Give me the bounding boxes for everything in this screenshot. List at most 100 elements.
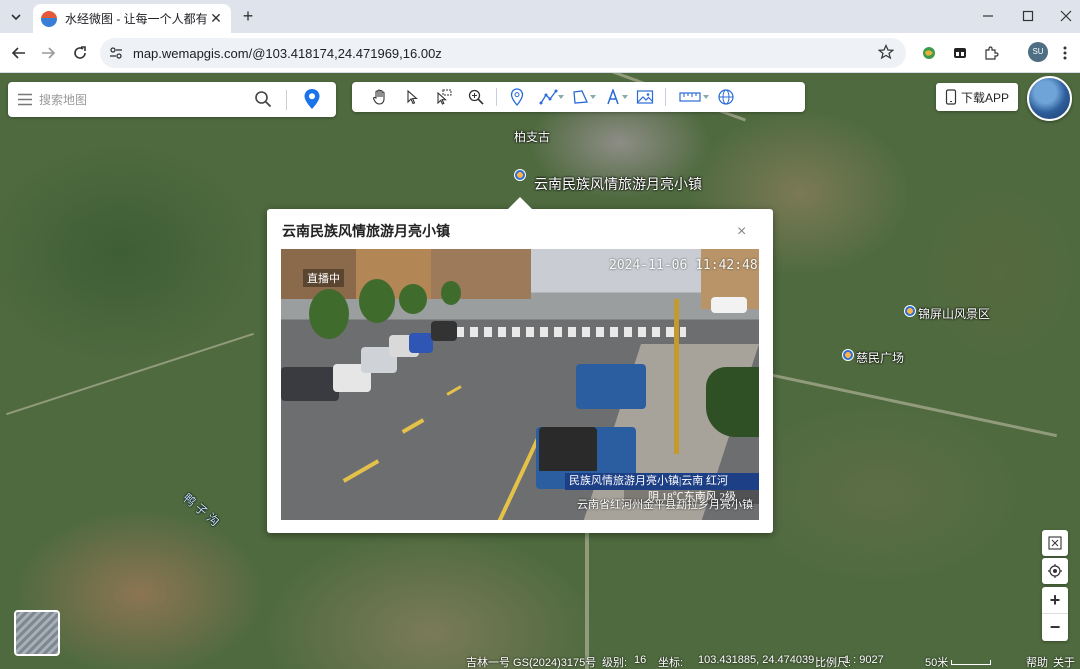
map-label-plaza[interactable]: 慈民广场 [856, 349, 904, 366]
window-close-icon[interactable] [1058, 9, 1074, 23]
phone-icon [945, 89, 957, 105]
tab-title: 水经微图 - 让每一个人都有自己 [65, 12, 209, 26]
zoom-out-button[interactable]: − [1042, 614, 1068, 641]
coordinate-value: 103.431885, 24.474039 [698, 654, 815, 666]
divider [496, 88, 497, 106]
map-label-river: 鸭 子 沟 [180, 490, 222, 529]
fullscreen-map-icon[interactable] [1042, 530, 1068, 556]
scale-bar-text: 50米 [925, 657, 949, 669]
download-app-button[interactable]: 下载APP [936, 83, 1018, 111]
pan-hand-icon[interactable] [364, 85, 396, 109]
marker-pin-icon[interactable] [501, 85, 533, 109]
camera-scene-lane-mark [401, 418, 425, 434]
help-link[interactable]: 帮助 [1026, 654, 1048, 669]
image-tool-icon[interactable] [629, 85, 661, 109]
browser-menu-kebab-icon[interactable] [1056, 44, 1074, 62]
camera-scene-tree [399, 284, 427, 314]
browser-tab[interactable]: 水经微图 - 让每一个人都有自己 ✕ [33, 4, 231, 33]
basemap-globe-icon[interactable] [1027, 76, 1072, 121]
live-camera-view[interactable]: 直播中 2024-11-06 11:42:48 民族风情旅游月亮小镇|云南 红河… [281, 249, 759, 520]
location-pin-icon[interactable] [303, 88, 321, 113]
window-maximize-icon[interactable] [1020, 9, 1036, 23]
forward-arrow-icon[interactable] [39, 44, 57, 62]
map-label-town[interactable]: 云南民族风情旅游月亮小镇 [534, 174, 702, 194]
locate-me-icon[interactable] [1042, 558, 1068, 584]
new-tab-icon[interactable]: + [240, 7, 256, 25]
camera-scene-pole [674, 299, 679, 454]
camera-scene-crosswalk [456, 327, 686, 337]
reload-icon[interactable] [71, 44, 89, 62]
zoom-controls: + − [1042, 587, 1068, 641]
popup-title: 云南民族风情旅游月亮小镇 [282, 223, 450, 239]
tab-close-icon[interactable]: ✕ [209, 10, 223, 27]
map-label-village[interactable]: 柏支古 [514, 128, 550, 145]
popup-close-icon[interactable]: × [737, 224, 746, 240]
site-favicon-icon [41, 10, 57, 27]
map-road [6, 332, 254, 416]
globe-icon[interactable] [710, 85, 742, 109]
map-status-bar: 吉林一号 GS(2024)3175号 级别: 16 坐标: 103.431885… [0, 651, 1080, 669]
search-icon[interactable] [254, 90, 272, 111]
camera-scene-car [281, 367, 339, 401]
camera-scene-tree [309, 289, 349, 339]
extension-tab-icon[interactable] [951, 44, 969, 62]
site-settings-icon[interactable] [109, 46, 123, 63]
camera-scene-tree [359, 279, 395, 323]
camera-scene-car [431, 321, 457, 341]
text-tool-icon[interactable] [597, 85, 629, 109]
zoom-level-value: 16 [634, 654, 647, 666]
zoom-in-button[interactable]: + [1042, 587, 1068, 614]
poi-marker-icon[interactable] [904, 305, 916, 317]
address-url[interactable]: map.wemapgis.com/@103.418174,24.471969,1… [133, 46, 442, 61]
map-road [762, 371, 1058, 438]
map-search-input[interactable] [39, 90, 239, 110]
poi-popup: 云南民族风情旅游月亮小镇 × 直播中 2024-11-06 11:42:48 民… [267, 197, 773, 533]
polyline-icon[interactable] [533, 85, 565, 109]
address-bar[interactable]: map.wemapgis.com/@103.418174,24.471969,1… [100, 38, 906, 68]
zoom-level-label: 级别: [602, 657, 628, 669]
scale-value: 1 : 9027 [844, 654, 884, 666]
map-label-scenic[interactable]: 锦屏山风景区 [918, 305, 990, 322]
zoom-search-icon[interactable] [460, 85, 492, 109]
poi-marker-icon[interactable] [842, 349, 854, 361]
polygon-icon[interactable] [565, 85, 597, 109]
camera-scene-lane-mark [342, 459, 380, 483]
box-select-icon[interactable] [428, 85, 460, 109]
coordinate-label: 坐标: [658, 657, 684, 669]
camera-scene-car [711, 297, 747, 313]
imagery-provider: 吉林一号 GS(2024)3175号 [466, 657, 597, 669]
camera-scene-tree [441, 281, 461, 305]
extensions-puzzle-icon[interactable] [982, 44, 1000, 62]
bookmark-star-icon[interactable] [877, 44, 895, 63]
about-link[interactable]: 关于 [1053, 654, 1075, 669]
browser-tab-strip: 水经微图 - 让每一个人都有自己 ✕ + [0, 0, 1080, 33]
measure-ruler-icon[interactable] [670, 85, 710, 109]
camera-scene-tricycle [576, 364, 646, 409]
map-road [585, 513, 589, 669]
tab-search-chevron-icon[interactable] [5, 7, 27, 27]
camera-scene-car [409, 333, 433, 353]
map-search-box [8, 82, 336, 117]
camera-timestamp: 2024-11-06 11:42:48 [609, 258, 758, 273]
download-app-label: 下载APP [961, 90, 1010, 105]
divider [286, 90, 287, 110]
scale-bar [951, 660, 991, 665]
browser-toolbar: map.wemapgis.com/@103.418174,24.471969,1… [0, 33, 1080, 73]
poi-marker-icon[interactable] [514, 169, 526, 181]
camera-scene-lane-mark [446, 385, 462, 396]
live-status-badge: 直播中 [303, 269, 344, 287]
profile-avatar[interactable]: SU [1028, 42, 1048, 62]
layer-switcher-thumbnail[interactable] [14, 610, 60, 656]
map-tools-toolbar [352, 82, 805, 112]
extension-globe-icon[interactable] [920, 44, 938, 62]
divider [665, 88, 666, 106]
menu-hamburger-icon[interactable] [17, 93, 33, 109]
camera-location-banner: 民族风情旅游月亮小镇|云南 红河 [565, 473, 759, 490]
camera-caption: 云南省红河州金平县勐拉乡月亮小镇 [577, 499, 753, 511]
back-arrow-icon[interactable] [10, 44, 28, 62]
camera-scene-hedge [706, 367, 759, 437]
camera-scene-tricycle-cover [539, 427, 597, 471]
select-arrow-icon[interactable] [396, 85, 428, 109]
satellite-map[interactable]: 柏支古 云南民族风情旅游月亮小镇 锦屏山风景区 慈民广场 鸭 子 沟 搜索地图 … [0, 73, 1080, 669]
window-minimize-icon[interactable] [980, 9, 996, 23]
